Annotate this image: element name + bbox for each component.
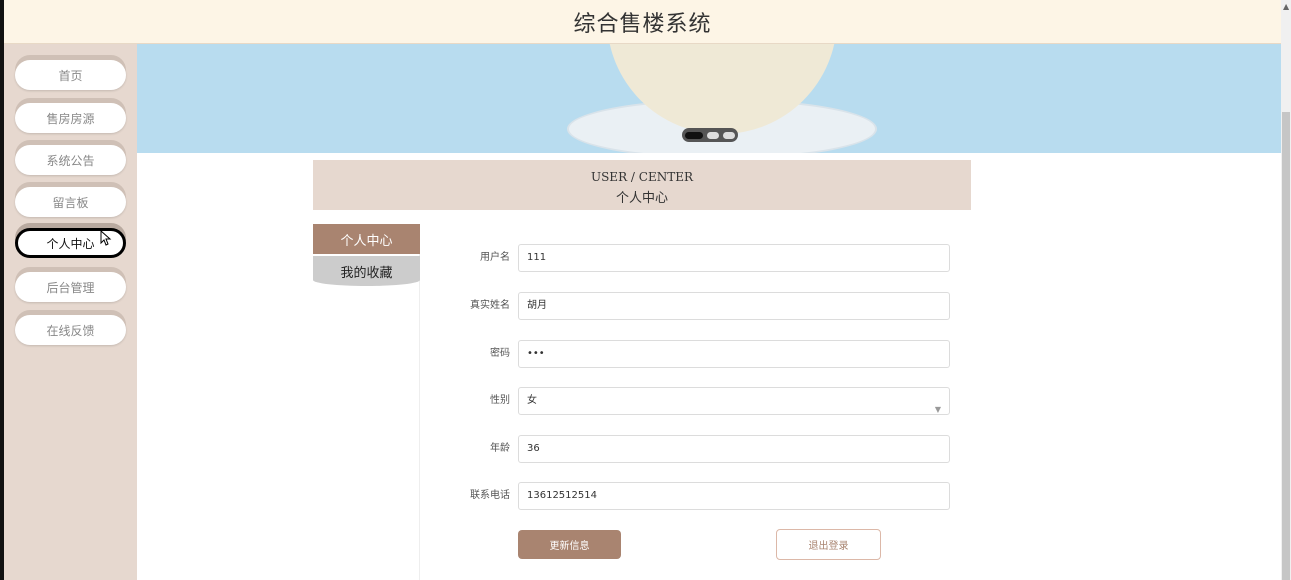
tab-my-favorites[interactable]: 我的收藏 [313, 256, 420, 286]
scroll-up-arrow-icon[interactable]: ▲ [1283, 2, 1289, 11]
form-row-gender: 性别 女 ▼ [438, 387, 958, 425]
form-row-phone: 联系电话 13612512514 [438, 482, 958, 520]
form-row-realname: 真实姓名 胡月 [438, 292, 958, 330]
carousel-indicators [682, 128, 738, 142]
form-row-age: 年龄 36 [438, 435, 958, 473]
username-field[interactable]: 111 [518, 244, 950, 272]
phone-label: 联系电话 [470, 490, 510, 501]
section-title-en: USER / CENTER [590, 170, 694, 184]
update-info-button[interactable]: 更新信息 [518, 530, 621, 559]
sidebar: 首页 售房房源 系统公告 留言板 个人中心 后台管理 在线反馈 [4, 44, 137, 580]
realname-label: 真实姓名 [470, 300, 510, 311]
app-title: 综合售楼系统 [573, 11, 712, 37]
gender-label: 性别 [490, 395, 510, 406]
carousel-dot-3[interactable] [723, 131, 735, 139]
logout-button[interactable]: 退出登录 [776, 529, 881, 560]
mouse-cursor-icon [100, 230, 112, 246]
scrollbar-thumb[interactable] [1282, 112, 1290, 580]
sidebar-item-message-board[interactable]: 留言板 [15, 187, 126, 217]
tab-user-center[interactable]: 个人中心 [313, 224, 420, 254]
phone-field[interactable]: 13612512514 [518, 482, 950, 510]
page-scrollbar[interactable]: ▲ [1281, 0, 1291, 580]
sidebar-item-feedback[interactable]: 在线反馈 [15, 315, 126, 345]
sidebar-item-admin[interactable]: 后台管理 [15, 272, 126, 302]
realname-field[interactable]: 胡月 [518, 292, 950, 320]
profile-form: 用户名 111 真实姓名 胡月 密码 ••• 性别 女 ▼ 年龄 36 联系电话… [428, 226, 971, 580]
gender-select-value: 女 [527, 395, 537, 406]
carousel-dot-1[interactable] [685, 131, 703, 139]
password-label: 密码 [490, 348, 510, 359]
username-label: 用户名 [480, 252, 510, 263]
age-label: 年龄 [490, 443, 510, 454]
sidebar-item-listings[interactable]: 售房房源 [15, 103, 126, 133]
gender-select[interactable]: 女 ▼ [518, 387, 950, 415]
age-field[interactable]: 36 [518, 435, 950, 463]
section-title-cn: 个人中心 [615, 191, 668, 206]
banner-carousel[interactable] [137, 44, 1281, 153]
section-title: USER / CENTER 个人中心 [313, 160, 971, 210]
password-field[interactable]: ••• [518, 340, 950, 368]
sidebar-item-announcements[interactable]: 系统公告 [15, 145, 126, 175]
form-row-username: 用户名 111 [438, 244, 958, 282]
user-center-subnav: 个人中心 我的收藏 [313, 224, 420, 580]
form-row-password: 密码 ••• [438, 340, 958, 378]
carousel-dot-2[interactable] [707, 131, 719, 139]
chevron-down-icon: ▼ [934, 405, 941, 414]
sidebar-item-home[interactable]: 首页 [15, 60, 126, 90]
app-header: 综合售楼系统 [4, 0, 1281, 44]
